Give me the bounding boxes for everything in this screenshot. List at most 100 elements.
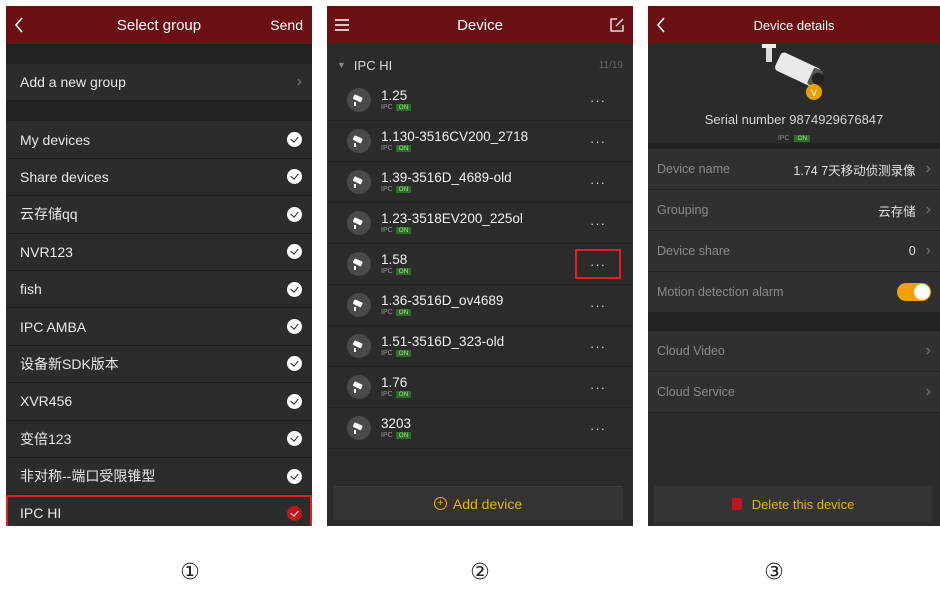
device-name: 1.58 <box>381 251 408 267</box>
device-row[interactable]: 3203 IPC ON ··· <box>327 408 633 449</box>
device-type: IPC <box>381 431 393 439</box>
device-row[interactable]: 1.76 IPC ON ··· <box>327 367 633 408</box>
checkmark-icon[interactable] <box>287 431 302 447</box>
device-row[interactable]: 1.58 IPC ON ··· <box>327 244 633 285</box>
checkmark-icon[interactable] <box>287 169 302 185</box>
group-row[interactable]: My devices <box>6 121 312 159</box>
device-info: 1.130-3516CV200_2718 IPC ON <box>381 129 575 154</box>
device-name: 1.23-3518EV200_225ol <box>381 210 523 226</box>
camera-icon <box>347 293 371 317</box>
more-options-icon[interactable]: ··· <box>575 208 621 238</box>
device-details-screen: Device details V Serial number 987492967… <box>648 6 940 526</box>
more-options-icon[interactable]: ··· <box>575 167 621 197</box>
group-row[interactable]: 设备新SDK版本 <box>6 345 312 384</box>
device-meta: IPC ON <box>381 349 575 359</box>
motion-detection-toggle[interactable] <box>897 283 931 301</box>
group-row[interactable]: Share devices <box>6 158 312 197</box>
more-options-icon[interactable]: ··· <box>575 126 621 156</box>
delete-device-button[interactable]: Delete this device <box>654 486 932 522</box>
more-options-icon[interactable]: ··· <box>575 413 621 443</box>
device-row[interactable]: 1.51-3516D_323-old IPC ON ··· <box>327 326 633 367</box>
more-options-icon[interactable]: ··· <box>575 331 621 361</box>
device-meta: IPC ON <box>381 390 575 400</box>
checkmark-icon[interactable] <box>287 468 302 484</box>
page-title: Select group <box>116 16 202 34</box>
group-row[interactable]: XVR456 <box>6 383 312 421</box>
group-row[interactable]: fish <box>6 270 312 309</box>
checkmark-icon[interactable] <box>287 505 302 521</box>
device-hero: V Serial number 9874929676847 IPC ON <box>648 44 940 143</box>
device-row[interactable]: 1.39-3516D_4689-old IPC ON ··· <box>327 162 633 203</box>
motion-detection-row: Motion detection alarm <box>648 272 940 313</box>
device-type: IPC <box>381 390 393 398</box>
group-label: 非对称--端口受限锥型 <box>20 468 156 485</box>
send-button[interactable]: Send <box>270 6 303 44</box>
group-list: My devices Share devices 云存储qq NVR123 fish IP… <box>6 121 312 526</box>
checkmark-icon[interactable] <box>287 319 302 335</box>
online-badge: ON <box>395 349 412 357</box>
checkmark-icon[interactable] <box>287 356 302 372</box>
device-info: 1.51-3516D_323-old IPC ON <box>381 334 575 359</box>
device-row[interactable]: 1.36-3516D_ov4689 IPC ON ··· <box>327 285 633 326</box>
group-row[interactable]: 变倍123 <box>6 420 312 458</box>
group-row[interactable]: IPC HI <box>6 495 312 526</box>
detail-label: Device name <box>657 162 730 176</box>
add-group-row[interactable]: Add a new group › <box>6 64 312 102</box>
detail-row[interactable]: Grouping 云存储 › <box>648 190 940 231</box>
group-row[interactable]: 云存储qq <box>6 196 312 234</box>
back-icon[interactable] <box>656 6 666 44</box>
detail-value: 1.74 7天移动侦测录像 <box>793 163 916 178</box>
camera-icon <box>347 88 371 112</box>
device-type: IPC <box>381 267 393 275</box>
plus-circle-icon: + <box>433 497 447 510</box>
device-info: 1.76 IPC ON <box>381 375 575 400</box>
device-row[interactable]: 1.130-3516CV200_2718 IPC ON ··· <box>327 121 633 162</box>
edit-icon[interactable] <box>610 6 624 44</box>
device-row[interactable]: 1.25 IPC ON ··· <box>327 80 633 121</box>
chevron-right-icon: › <box>925 383 931 400</box>
add-device-button[interactable]: + Add device <box>333 486 623 520</box>
cloud-video-row[interactable]: Cloud Video › <box>648 331 940 372</box>
device-meta: IPC ON <box>381 226 575 236</box>
detail-row[interactable]: Device share 0 › <box>648 231 940 272</box>
detail-rows: Device name 1.74 7天移动侦测录像 › Grouping 云存储 › Dev… <box>648 149 940 272</box>
add-device-label: Add device <box>452 495 523 512</box>
group-name: IPC HI <box>353 57 393 73</box>
group-label: IPC HI <box>20 505 62 522</box>
more-options-icon[interactable]: ··· <box>575 372 621 402</box>
group-label: Share devices <box>20 168 109 185</box>
device-meta: IPC ON <box>381 308 575 318</box>
group-row[interactable]: IPC AMBA <box>6 308 312 346</box>
online-badge: ON <box>395 185 412 193</box>
checkmark-icon[interactable] <box>287 244 302 260</box>
cloud-service-row[interactable]: Cloud Service › <box>648 372 940 413</box>
spacer <box>6 101 312 122</box>
checkmark-icon[interactable] <box>287 393 302 409</box>
checkmark-icon[interactable] <box>287 132 302 148</box>
checkmark-icon[interactable] <box>287 206 302 222</box>
group-row[interactable]: 非对称--端口受限锥型 <box>6 457 312 496</box>
detail-row[interactable]: Device name 1.74 7天移动侦测录像 › <box>648 149 940 190</box>
device-name: 1.36-3516D_ov4689 <box>381 292 504 308</box>
device-type: IPC <box>381 144 393 152</box>
online-badge: ON <box>395 308 412 316</box>
device-type: IPC <box>381 185 393 193</box>
serial-number: Serial number 9874929676847 <box>704 112 884 127</box>
select-group-screen: Select group Send Add a new group › My d… <box>6 6 312 526</box>
device-meta: IPC ON <box>381 144 575 154</box>
group-row[interactable]: NVR123 <box>6 233 312 271</box>
more-options-icon[interactable]: ··· <box>575 85 621 115</box>
group-label: IPC AMBA <box>20 318 87 335</box>
device-row[interactable]: 1.23-3518EV200_225ol IPC ON ··· <box>327 203 633 244</box>
trash-icon <box>731 498 742 510</box>
more-options-icon[interactable]: ··· <box>575 290 621 320</box>
group-label: NVR123 <box>20 243 73 260</box>
device-info: 1.36-3516D_ov4689 IPC ON <box>381 293 575 318</box>
back-icon[interactable] <box>14 6 24 44</box>
menu-icon[interactable] <box>335 6 349 44</box>
device-name: 1.39-3516D_4689-old <box>381 169 512 185</box>
checkmark-icon[interactable] <box>287 281 302 297</box>
more-options-icon[interactable]: ··· <box>575 249 621 279</box>
camera-image-icon: V <box>762 44 824 100</box>
group-header[interactable]: ▼ IPC HI 11/19 <box>327 50 633 80</box>
